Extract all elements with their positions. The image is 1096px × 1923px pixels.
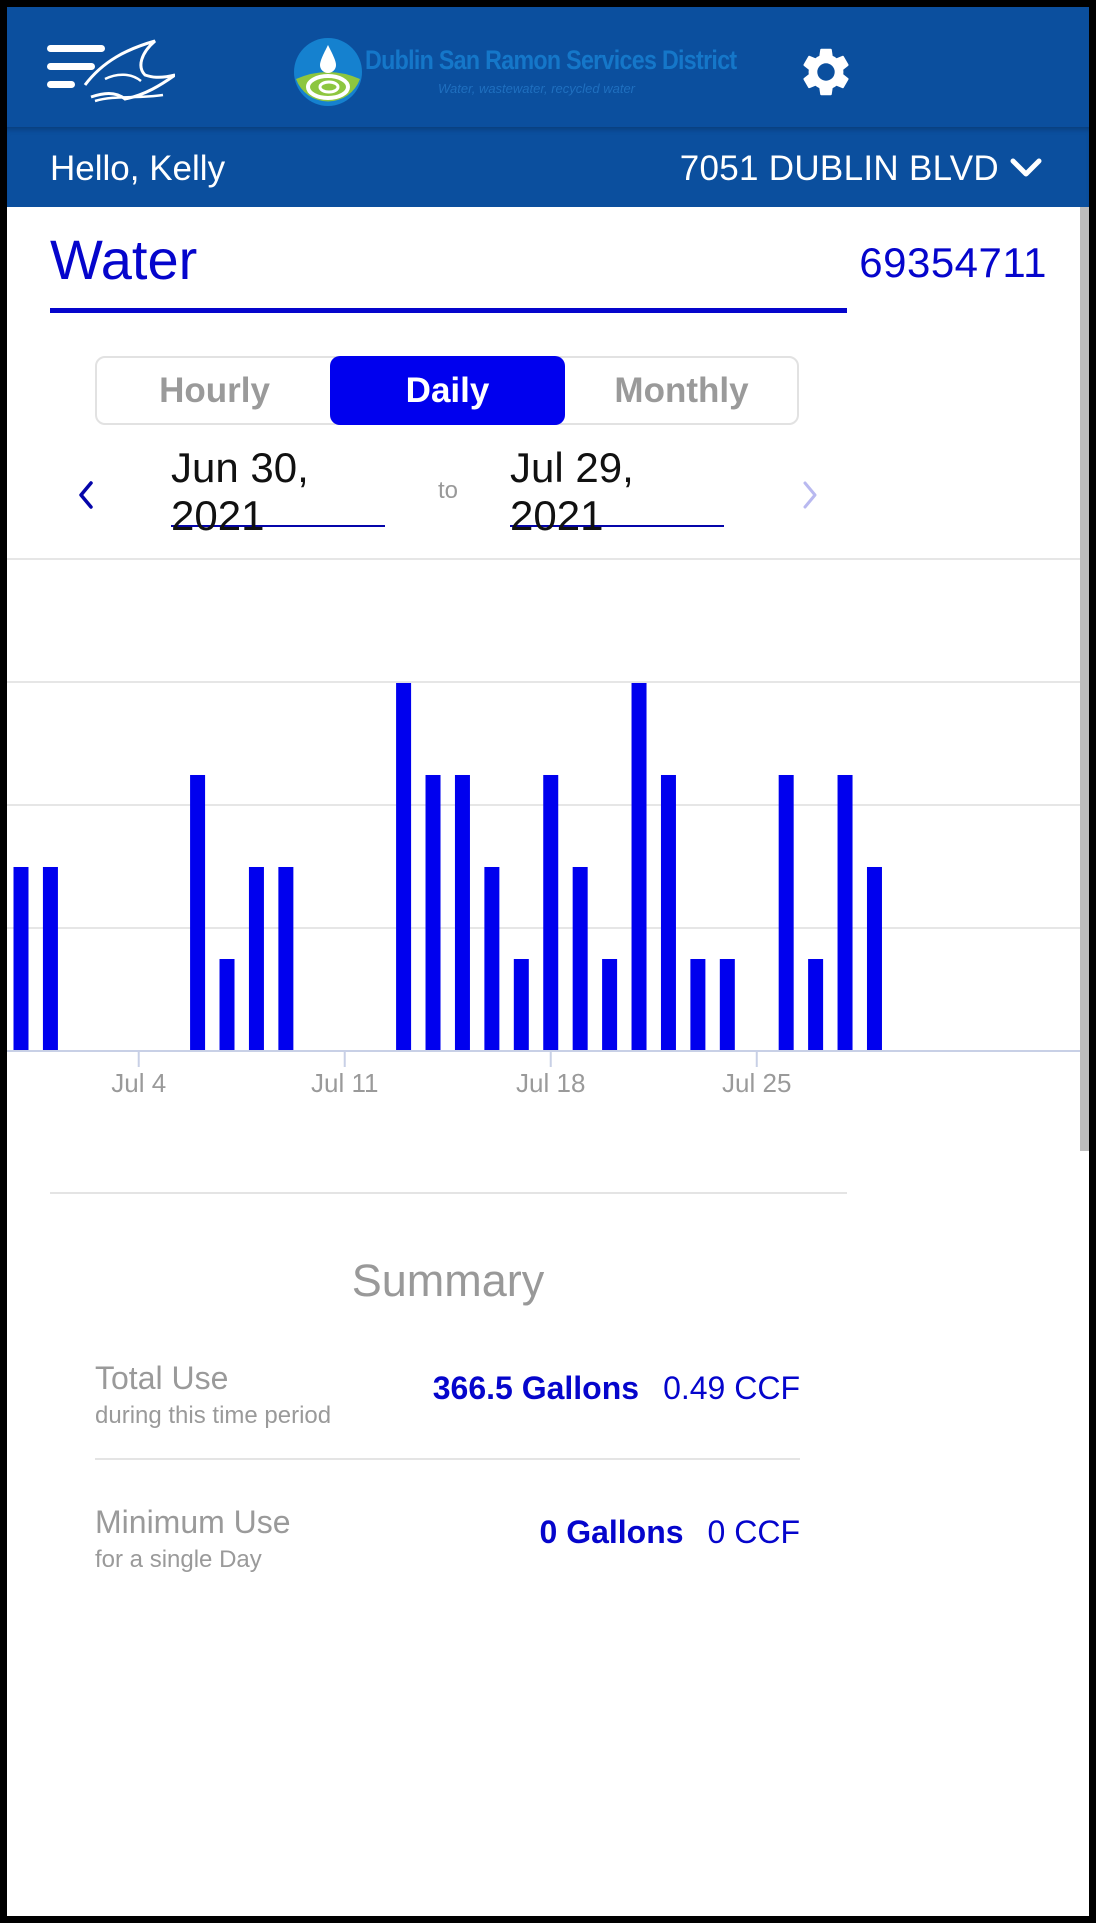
- chart-bar[interactable]: [808, 958, 824, 1051]
- account-bar: Hello, Kelly 7051 DUBLIN BLVD: [7, 127, 1089, 207]
- greeting-text: Hello, Kelly: [50, 149, 226, 188]
- gear-icon[interactable]: [797, 43, 855, 101]
- page-scrollbar[interactable]: [1080, 207, 1089, 1151]
- summary-gallons: 0 Gallons: [539, 1514, 684, 1550]
- summary-label: Minimum Use: [95, 1504, 291, 1540]
- summary-gallons: 366.5 Gallons: [432, 1370, 640, 1406]
- tab-monthly[interactable]: Monthly: [564, 356, 799, 425]
- start-date-field[interactable]: Jun 30, 2021: [171, 444, 385, 539]
- chart-summary-divider: [50, 1192, 847, 1194]
- chart-bar[interactable]: [484, 866, 500, 1051]
- service-title: Water: [50, 228, 198, 291]
- chart-bar[interactable]: [660, 774, 676, 1051]
- chart-bar[interactable]: [837, 774, 853, 1051]
- brand-logo: Dublin San Ramon Services District Water…: [293, 37, 737, 107]
- chart-bar[interactable]: [602, 958, 618, 1051]
- account-number: 69354711: [859, 239, 1047, 286]
- chart-bar[interactable]: [719, 958, 735, 1051]
- tab-daily[interactable]: Daily: [330, 356, 565, 425]
- chart-bar[interactable]: [778, 774, 794, 1051]
- chart-bar[interactable]: [42, 866, 58, 1051]
- date-range-separator: to: [437, 477, 458, 504]
- chart-bar[interactable]: [866, 866, 882, 1051]
- chevron-left-icon[interactable]: [71, 475, 101, 515]
- address-selector[interactable]: 7051 DUBLIN BLVD: [680, 149, 999, 189]
- summary-values: 0 Gallons 0 CCF: [540, 1514, 801, 1551]
- chart-bar[interactable]: [396, 682, 412, 1051]
- chart-bar[interactable]: [454, 774, 470, 1051]
- menu-bird-logo-icon[interactable]: [45, 39, 176, 105]
- chevron-right-icon[interactable]: [795, 475, 825, 515]
- app-screen: Dublin San Ramon Services District Water…: [7, 7, 1089, 1916]
- summary-sublabel: for a single Day: [95, 1546, 262, 1573]
- summary-values: 366.5 Gallons 0.49 CCF: [433, 1370, 800, 1407]
- end-date-field[interactable]: Jul 29, 2021: [510, 444, 724, 539]
- x-tick-label: Jul 25: [722, 1068, 791, 1098]
- summary-ccf: 0.49 CCF: [663, 1370, 800, 1406]
- summary-row-divider: [95, 1458, 800, 1460]
- chart-bar[interactable]: [690, 958, 706, 1051]
- chart-bar[interactable]: [190, 774, 206, 1051]
- summary-row-minimum: Minimum Use for a single Day 0 Gallons 0 …: [95, 1504, 800, 1594]
- chart-bar[interactable]: [219, 958, 235, 1051]
- x-tick-label: Jul 11: [311, 1068, 378, 1098]
- tab-hourly[interactable]: Hourly: [97, 356, 332, 425]
- summary-ccf: 0 CCF: [707, 1514, 800, 1550]
- summary-label: Total Use: [95, 1360, 229, 1396]
- chart-bar[interactable]: [543, 774, 559, 1051]
- chart-bar[interactable]: [572, 866, 588, 1051]
- chart-bar[interactable]: [425, 774, 441, 1051]
- chevron-down-icon[interactable]: [1009, 153, 1043, 183]
- brand-name: Dublin San Ramon Services District: [365, 45, 737, 75]
- chart-bar[interactable]: [631, 682, 647, 1051]
- top-app-bar: Dublin San Ramon Services District Water…: [7, 7, 1089, 127]
- x-tick-label: Jul 18: [516, 1068, 585, 1098]
- chart-bar[interactable]: [248, 866, 264, 1051]
- chart-bar[interactable]: [13, 866, 29, 1051]
- interval-segmented-control: Hourly Daily Monthly: [95, 356, 799, 425]
- daily-usage-chart: Jul 4 Jul 11 Jul 18 Jul 25: [7, 558, 1089, 1098]
- summary-sublabel: during this time period: [95, 1402, 332, 1429]
- chart-bar[interactable]: [513, 958, 529, 1051]
- title-divider: [50, 308, 847, 313]
- chart-bar[interactable]: [278, 866, 294, 1051]
- summary-row-total: Total Use during this time period 366.5 …: [95, 1360, 800, 1450]
- x-tick-label: Jul 4: [111, 1068, 166, 1098]
- summary-title: Summary: [351, 1255, 545, 1306]
- water-drop-logo-icon: [293, 37, 363, 107]
- brand-tagline: Water, wastewater, recycled water: [438, 81, 636, 96]
